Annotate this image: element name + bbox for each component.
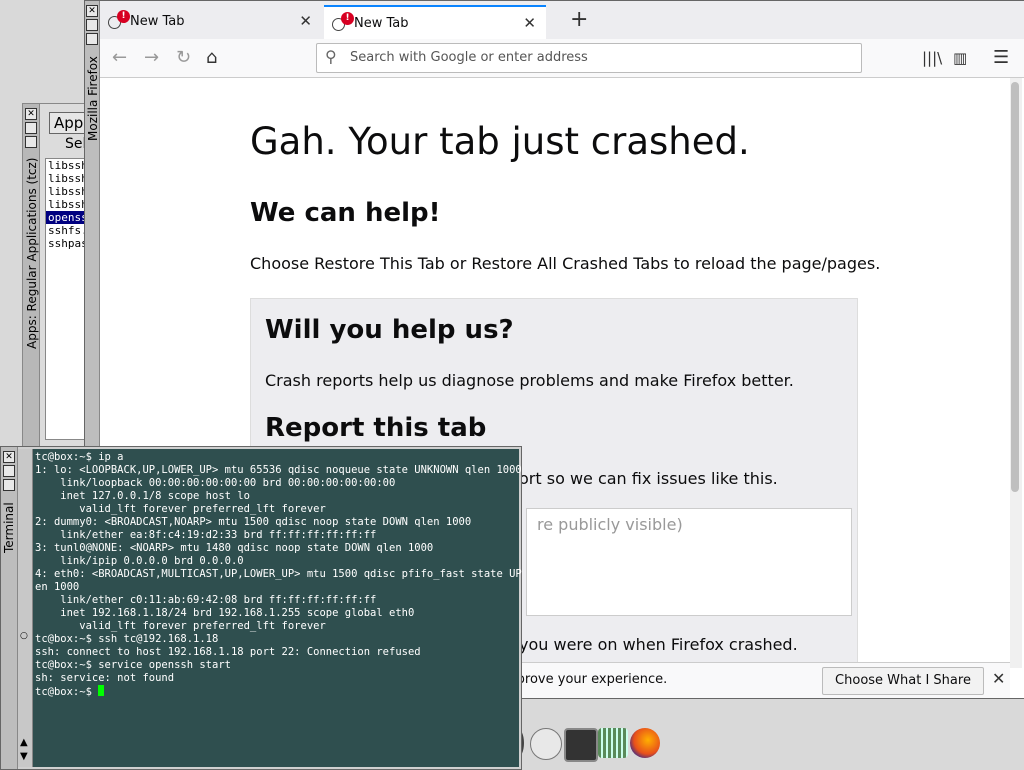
terminal-cursor [98, 685, 105, 696]
apps-list-item[interactable]: libssh [46, 198, 88, 211]
include-url-text: you were on when Firefox crashed. [519, 635, 798, 654]
mount-tool-icon[interactable] [530, 728, 562, 760]
apps-list-item[interactable]: sshfs. [46, 224, 88, 237]
forward-icon[interactable]: → [144, 47, 159, 68]
terminal-scrollbar[interactable]: ○ ▲ ▼ [18, 449, 33, 767]
will-you-heading: Will you help us? [265, 315, 514, 345]
library-icon[interactable]: |||\ [922, 49, 942, 67]
terminal-line: 1: lo: <LOOPBACK,UP,LOWER_UP> mtu 65536 … [35, 464, 522, 476]
apps-list[interactable]: libssh libssh libssh libssh openss sshfs. sshp… [45, 158, 89, 440]
report-text: ort so we can fix issues like this. [519, 469, 778, 488]
apps-list-item[interactable]: libssh [46, 185, 88, 198]
menu-icon[interactable]: ☰ [993, 47, 1009, 68]
maximize-icon[interactable] [25, 122, 37, 134]
comment-placeholder: re publicly visible) [537, 515, 683, 534]
tab-label: New Tab [354, 16, 409, 31]
tab-label: New Tab [130, 14, 185, 29]
new-tab-button[interactable]: + [570, 7, 588, 32]
terminal-titlebar[interactable]: ✕ Terminal [1, 447, 18, 769]
choose-what-i-share-button[interactable]: Choose What I Share [822, 667, 984, 695]
close-icon[interactable]: ✕ [86, 5, 98, 17]
terminal-line: valid_lft forever preferred_lft forever [35, 503, 326, 515]
terminal-line: tc@box:~$ ssh tc@192.168.1.18 [35, 633, 219, 645]
url-placeholder: Search with Google or enter address [350, 50, 588, 65]
nav-toolbar: ← → ↻ ⌂ ⚲ Search with Google or enter ad… [100, 39, 1024, 78]
terminal-line: tc@box:~$ service openssh start [35, 659, 231, 671]
sidebar-icon[interactable]: ▥ [953, 49, 967, 67]
search-icon: ⚲ [325, 47, 337, 66]
terminal-prompt: tc@box:~$ [35, 686, 99, 698]
scrollbar-thumb[interactable] [1011, 82, 1019, 492]
maximize-icon[interactable] [86, 19, 98, 31]
crash-badge-icon: ! [117, 10, 130, 23]
report-heading: Report this tab [265, 413, 487, 443]
close-icon[interactable]: ✕ [25, 108, 37, 120]
control-panel-icon[interactable] [598, 728, 628, 758]
scroll-grip-icon[interactable]: ○ [20, 631, 28, 641]
apps-list-item[interactable]: sshpas [46, 237, 88, 250]
scroll-up-icon[interactable]: ▲ [20, 737, 28, 748]
terminal-output[interactable]: tc@box:~$ ip a 1: lo: <LOOPBACK,UP,LOWER_… [33, 449, 541, 767]
apps-list-item[interactable]: openss [46, 211, 88, 224]
help-text: Choose Restore This Tab or Restore All C… [250, 254, 881, 273]
terminal-line: 4: eth0: <BROADCAST,MULTICAST,UP,LOWER_U… [35, 568, 541, 580]
minimize-icon[interactable] [3, 479, 15, 491]
apps-list-item[interactable]: libssh [46, 159, 88, 172]
terminal-line: link/ether ea:8f:c4:19:d2:33 brd ff:ff:f… [35, 529, 377, 541]
terminal-line: valid_lft forever preferred_lft forever [35, 620, 326, 632]
terminal-line: tc@box:~$ ip a [35, 451, 124, 463]
terminal-icon[interactable] [564, 728, 598, 762]
help-heading: We can help! [250, 198, 441, 228]
close-icon[interactable]: ✕ [992, 669, 1005, 688]
crash-badge-icon: ! [341, 12, 354, 25]
scroll-down-icon[interactable]: ▼ [20, 751, 28, 762]
terminal-line: link/loopback 00:00:00:00:00:00 brd 00:0… [35, 477, 396, 489]
tab-new-tab-1[interactable]: ! New Tab ✕ [100, 5, 322, 39]
apps-window-title: Apps: Regular Applications (tcz) [25, 157, 39, 349]
home-icon[interactable]: ⌂ [206, 47, 217, 68]
tab-bar: ! New Tab ✕ ! New Tab ✕ + [100, 1, 1024, 41]
terminal-prompt-line: tc@box:~$ [35, 685, 541, 699]
terminal-line: 3: tunl0@NONE: <NOARP> mtu 1480 qdisc no… [35, 542, 434, 554]
page-scrollbar[interactable] [1010, 78, 1022, 668]
firefox-icon[interactable] [630, 728, 660, 758]
back-icon[interactable]: ← [112, 47, 127, 68]
apps-list-item[interactable]: libssh [46, 172, 88, 185]
terminal-line: link/ipip 0.0.0.0 brd 0.0.0.0 [35, 555, 244, 567]
crash-heading: Gah. Your tab just crashed. [250, 120, 750, 163]
terminal-line: 2: dummy0: <BROADCAST,NOARP> mtu 1500 qd… [35, 516, 472, 528]
terminal-line: inet 192.168.1.18/24 brd 192.168.1.255 s… [35, 607, 415, 619]
tab-new-tab-2[interactable]: ! New Tab ✕ [324, 5, 546, 41]
firefox-window-title: Mozilla Firefox [86, 56, 100, 141]
close-tab-icon[interactable]: ✕ [523, 14, 536, 32]
terminal-line: ssh: connect to host 192.168.1.18 port 2… [35, 646, 421, 658]
reload-icon[interactable]: ↻ [176, 47, 191, 68]
terminal-line: inet 127.0.0.1/8 scope host lo [35, 490, 250, 502]
terminal-window: ✕ Terminal ○ ▲ ▼ tc@box:~$ ip a 1: lo: <L… [0, 446, 541, 770]
url-bar[interactable]: ⚲ Search with Google or enter address [316, 43, 862, 73]
terminal-line: en 1000 [35, 581, 80, 593]
terminal-text: tc@box:~$ ip a 1: lo: <LOOPBACK,UP,LOWER_… [35, 451, 541, 699]
minimize-icon[interactable] [25, 136, 37, 148]
terminal-line: sh: service: not found [35, 672, 175, 684]
terminal-title: Terminal [2, 502, 16, 553]
close-tab-icon[interactable]: ✕ [299, 12, 312, 30]
dock [510, 726, 670, 762]
will-you-text: Crash reports help us diagnose problems … [265, 371, 794, 390]
terminal-line: link/ether c0:11:ab:69:42:08 brd ff:ff:f… [35, 594, 377, 606]
comment-field[interactable]: re publicly visible) [526, 508, 852, 616]
close-icon[interactable]: ✕ [3, 451, 15, 463]
maximize-icon[interactable] [3, 465, 15, 477]
minimize-icon[interactable] [86, 33, 98, 45]
